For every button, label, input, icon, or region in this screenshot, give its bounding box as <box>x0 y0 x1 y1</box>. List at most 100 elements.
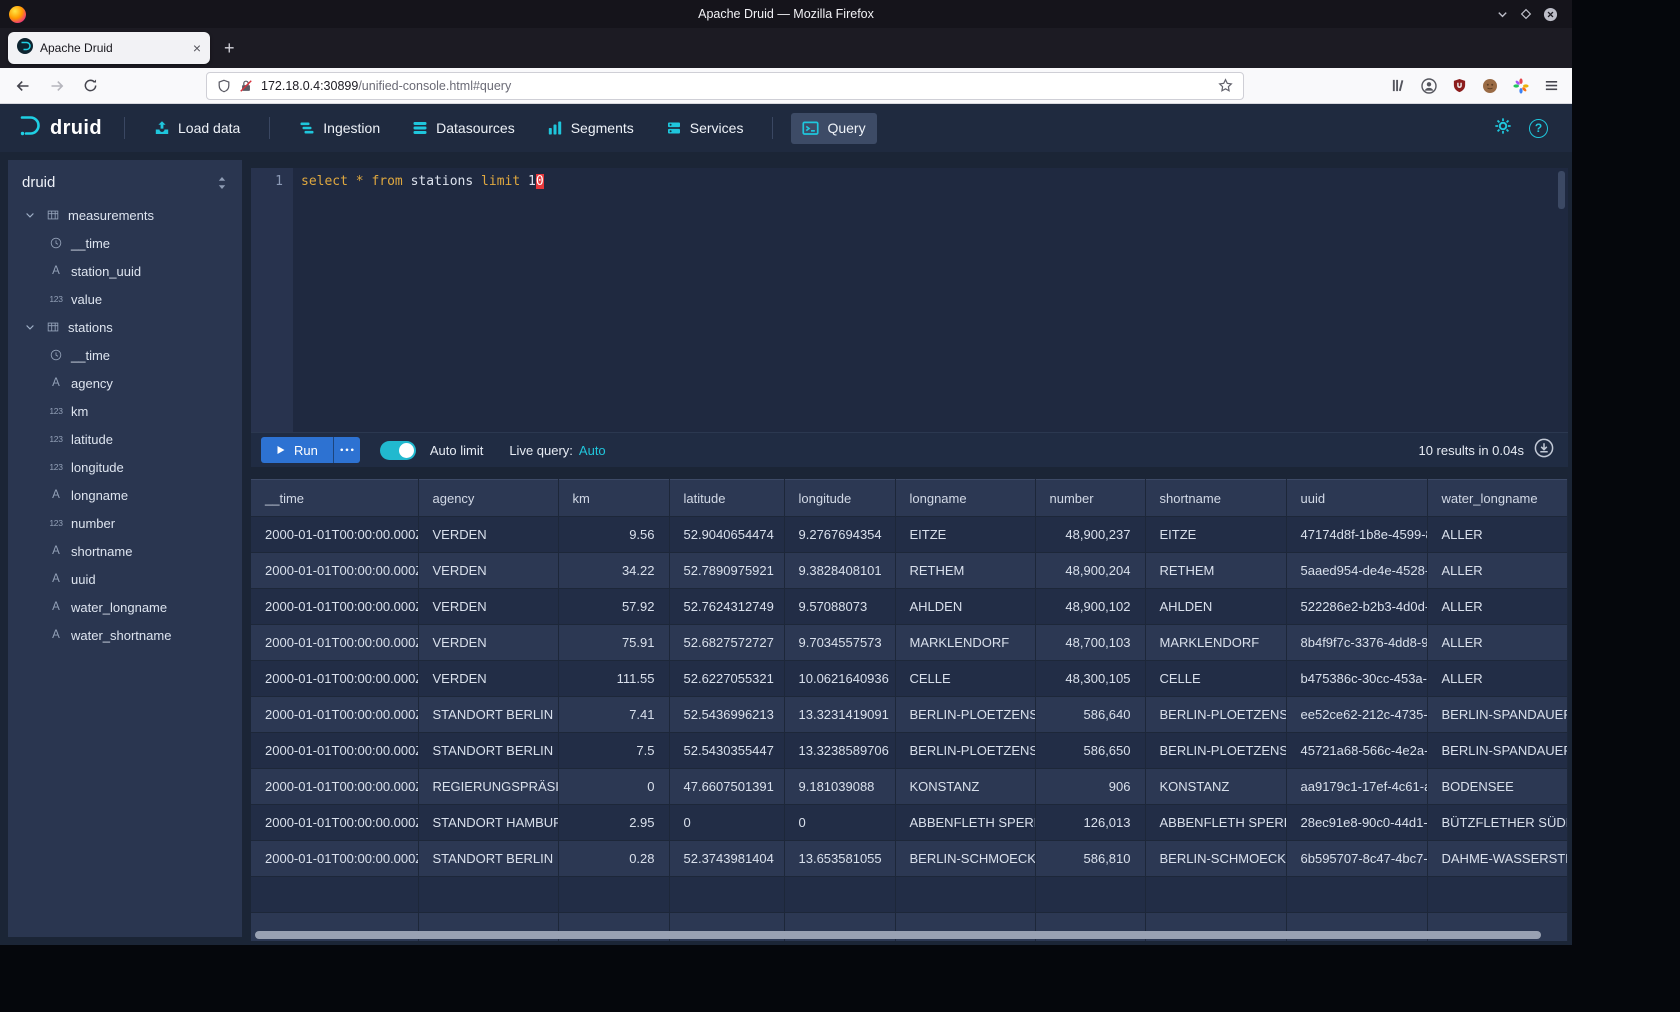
column-header-latitude[interactable]: latitude <box>669 480 784 517</box>
cell--time[interactable]: 2000-01-01T00:00:00.000Z <box>251 553 418 589</box>
cell--time[interactable]: 2000-01-01T00:00:00.000Z <box>251 625 418 661</box>
cell-uuid[interactable]: b475386c-30cc-453a-b3 <box>1286 661 1427 697</box>
cell-uuid[interactable]: 47174d8f-1b8e-4599-8a <box>1286 517 1427 553</box>
nav-item-datasources[interactable]: Datasources <box>401 113 526 143</box>
column-header-agency[interactable]: agency <box>418 480 558 517</box>
cell-longname[interactable]: CELLE <box>895 661 1035 697</box>
cell-water-longname[interactable]: ALLER <box>1427 589 1568 625</box>
chevron-down-icon[interactable] <box>22 321 38 333</box>
url-input[interactable]: 172.18.0.4:30899/unified-console.html#qu… <box>206 72 1244 100</box>
editor-scrollbar-thumb[interactable] <box>1558 171 1565 209</box>
cell-km[interactable]: 75.91 <box>558 625 669 661</box>
cell-shortname[interactable]: KONSTANZ <box>1145 769 1286 805</box>
cell--time[interactable]: 2000-01-01T00:00:00.000Z <box>251 697 418 733</box>
cell-water-longname[interactable]: ALLER <box>1427 517 1568 553</box>
cell-uuid[interactable]: 5aaed954-de4e-4528-8f <box>1286 553 1427 589</box>
cell-agency[interactable]: VERDEN <box>418 517 558 553</box>
cell-uuid[interactable]: 6b595707-8c47-4bc7-a8 <box>1286 841 1427 877</box>
cell-longitude[interactable]: 13.3231419091 <box>784 697 895 733</box>
cell-latitude[interactable]: 52.5430355447 <box>669 733 784 769</box>
nav-item-ingestion[interactable]: Ingestion <box>288 113 391 143</box>
druid-brand[interactable]: druid <box>16 113 102 144</box>
ublock-icon[interactable] <box>1452 78 1467 93</box>
window-close-button[interactable] <box>1543 7 1558 22</box>
cell-km[interactable]: 111.55 <box>558 661 669 697</box>
library-icon[interactable] <box>1391 78 1406 93</box>
cell-number[interactable]: 48,900,204 <box>1035 553 1145 589</box>
cell-uuid[interactable]: 8b4f9f7c-3376-4dd8-95 <box>1286 625 1427 661</box>
cell-agency[interactable]: REGIERUNGSPRÄSIDIUM <box>418 769 558 805</box>
cell-latitude[interactable]: 47.6607501391 <box>669 769 784 805</box>
horizontal-scrollbar-thumb[interactable] <box>255 931 1541 939</box>
nav-item-segments[interactable]: Segments <box>536 113 645 143</box>
cell-agency[interactable]: VERDEN <box>418 625 558 661</box>
tab-close-icon[interactable]: × <box>193 41 201 55</box>
cell-latitude[interactable]: 52.7890975921 <box>669 553 784 589</box>
query-text[interactable]: select * from stations limit 10 <box>293 168 544 432</box>
cell-shortname[interactable]: EITZE <box>1145 517 1286 553</box>
cell-agency[interactable]: VERDEN <box>418 661 558 697</box>
cell--time[interactable]: 2000-01-01T00:00:00.000Z <box>251 841 418 877</box>
cell-km[interactable]: 9.56 <box>558 517 669 553</box>
cell-latitude[interactable]: 0 <box>669 805 784 841</box>
cell--time[interactable]: 2000-01-01T00:00:00.000Z <box>251 733 418 769</box>
forward-button[interactable] <box>49 78 65 94</box>
window-minimize-button[interactable] <box>1496 8 1509 21</box>
column-header-longname[interactable]: longname <box>895 480 1035 517</box>
tree-item-latitude[interactable]: 123latitude <box>8 425 242 453</box>
run-button[interactable]: Run <box>261 437 333 463</box>
cell-agency[interactable]: STANDORT BERLIN <box>418 841 558 877</box>
download-results-icon[interactable] <box>1534 438 1554 463</box>
cell-longname[interactable]: BERLIN-PLOETZENSEE C <box>895 697 1035 733</box>
cell-uuid[interactable]: aa9179c1-17ef-4c61-a4 <box>1286 769 1427 805</box>
window-maximize-button[interactable] <box>1520 8 1532 20</box>
sort-icon[interactable] <box>216 176 228 190</box>
cell-longname[interactable]: BERLIN-PLOETZENSEE U <box>895 733 1035 769</box>
chevron-down-icon[interactable] <box>22 209 38 221</box>
cell-uuid[interactable]: ee52ce62-212c-4735-b4 <box>1286 697 1427 733</box>
cell-water-longname[interactable]: BERLIN-SPANDAUER-S <box>1427 733 1568 769</box>
extensions-pinwheel-icon[interactable] <box>1513 78 1529 94</box>
live-query-value[interactable]: Auto <box>579 443 606 458</box>
cell-km[interactable]: 7.41 <box>558 697 669 733</box>
column-header-shortname[interactable]: shortname <box>1145 480 1286 517</box>
cell-km[interactable]: 57.92 <box>558 589 669 625</box>
cell-shortname[interactable]: BERLIN-PLOETZENSEE C <box>1145 697 1286 733</box>
tree-item-shortname[interactable]: Ashortname <box>8 537 242 565</box>
cell-longitude[interactable]: 9.181039088 <box>784 769 895 805</box>
cell-shortname[interactable]: BERLIN-PLOETZENSEE U <box>1145 733 1286 769</box>
cell-km[interactable]: 2.95 <box>558 805 669 841</box>
cell--time[interactable]: 2000-01-01T00:00:00.000Z <box>251 589 418 625</box>
cell-agency[interactable]: STANDORT BERLIN <box>418 697 558 733</box>
cell-longitude[interactable]: 13.3238589706 <box>784 733 895 769</box>
new-tab-button[interactable]: + <box>224 39 235 57</box>
tree-item-station-uuid[interactable]: Astation_uuid <box>8 257 242 285</box>
query-editor[interactable]: 1 select * from stations limit 10 <box>251 168 1568 432</box>
insecure-lock-icon[interactable] <box>239 79 253 93</box>
back-button[interactable] <box>15 78 31 94</box>
cell-number[interactable]: 586,650 <box>1035 733 1145 769</box>
menu-icon[interactable] <box>1544 78 1559 93</box>
column-header-km[interactable]: km <box>558 480 669 517</box>
cell-shortname[interactable]: BERLIN-SCHMOECKWIT <box>1145 841 1286 877</box>
cell-uuid[interactable]: 522286e2-b2b3-4d0d-9a <box>1286 589 1427 625</box>
cell-number[interactable]: 126,013 <box>1035 805 1145 841</box>
column-header-water-longname[interactable]: water_longname <box>1427 480 1568 517</box>
tree-item-measurements[interactable]: measurements <box>8 201 242 229</box>
cell-number[interactable]: 48,900,237 <box>1035 517 1145 553</box>
cell-latitude[interactable]: 52.7624312749 <box>669 589 784 625</box>
tree-item-water-longname[interactable]: Awater_longname <box>8 593 242 621</box>
cell-longitude[interactable]: 9.57088073 <box>784 589 895 625</box>
auto-limit-toggle[interactable] <box>380 441 416 460</box>
tree-item-km[interactable]: 123km <box>8 397 242 425</box>
column-header-uuid[interactable]: uuid <box>1286 480 1427 517</box>
cell-shortname[interactable]: RETHEM <box>1145 553 1286 589</box>
cell-number[interactable]: 586,640 <box>1035 697 1145 733</box>
bookmark-star-icon[interactable] <box>1218 78 1233 93</box>
cell-number[interactable]: 48,900,102 <box>1035 589 1145 625</box>
nav-item-query[interactable]: Query <box>791 113 876 144</box>
cell-shortname[interactable]: AHLDEN <box>1145 589 1286 625</box>
cell--time[interactable]: 2000-01-01T00:00:00.000Z <box>251 517 418 553</box>
cell-longname[interactable]: ABBENFLETH SPERRWE <box>895 805 1035 841</box>
cell-longitude[interactable]: 10.0621640936 <box>784 661 895 697</box>
